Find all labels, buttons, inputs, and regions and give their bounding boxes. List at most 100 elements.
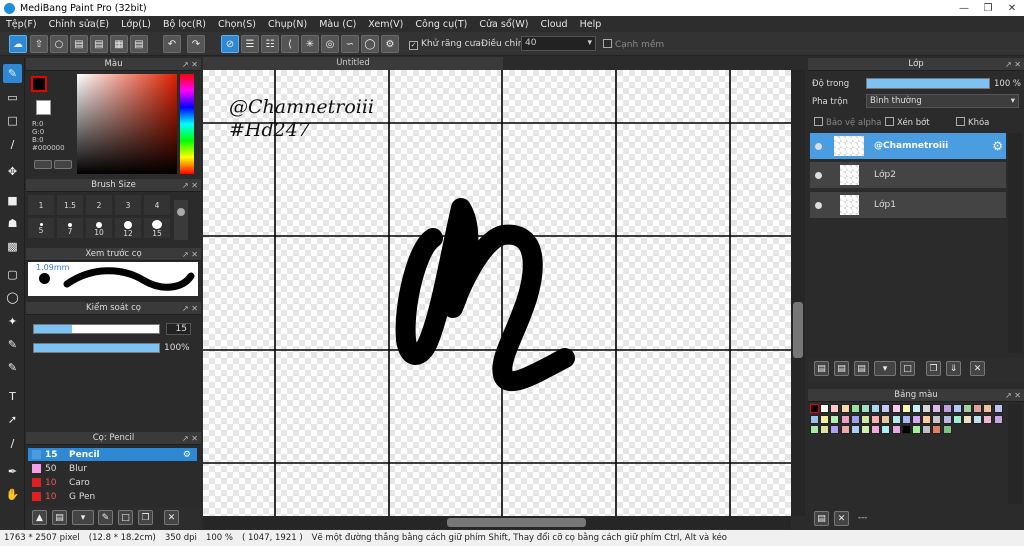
brush-item-caro[interactable]: 10 Caro — [28, 476, 197, 489]
new-8bit-layer-icon[interactable]: ▤ — [854, 361, 869, 376]
palette-color-swatch[interactable] — [820, 425, 830, 434]
palette-color-swatch[interactable] — [830, 414, 840, 424]
soft-edge-option[interactable]: Cạnh mềm — [603, 39, 664, 50]
vertical-scroll-thumb[interactable] — [793, 302, 803, 358]
move-tool-icon[interactable]: ✥ — [3, 162, 22, 181]
gear-icon[interactable]: ⚙ — [992, 139, 1003, 153]
palette-scrollbar[interactable] — [1008, 404, 1022, 504]
folder-icon[interactable]: □ — [118, 510, 133, 525]
comment-icon[interactable]: ○ — [50, 35, 68, 53]
palette-color-swatch[interactable] — [850, 414, 860, 424]
share-icon[interactable]: ⇧ — [30, 35, 48, 53]
redo-icon[interactable]: ↷ — [187, 35, 205, 53]
divide-tool-icon[interactable]: ∕ — [3, 434, 22, 453]
menu-cloud[interactable]: Cloud — [534, 19, 573, 30]
palette-color-swatch[interactable] — [810, 425, 819, 434]
brush-size-cell[interactable]: 1 — [27, 194, 55, 216]
palette-color-swatch[interactable] — [810, 404, 819, 413]
menu-select[interactable]: Chọn(S) — [212, 19, 262, 30]
duplicate-layer-icon[interactable]: ❐ — [926, 361, 941, 376]
palette-color-swatch[interactable] — [820, 404, 830, 413]
palette-color-swatch[interactable] — [932, 425, 942, 434]
menu-help[interactable]: Help — [574, 19, 608, 30]
brush-size-cell[interactable]: 2 — [85, 194, 113, 216]
eye-icon[interactable] — [815, 142, 822, 150]
palette-color-swatch[interactable] — [850, 404, 860, 413]
palette-color-swatch[interactable] — [901, 404, 911, 413]
palette-color-swatch[interactable] — [942, 404, 952, 413]
menu-tools[interactable]: Công cụ(T) — [409, 19, 473, 30]
palette-color-swatch[interactable] — [901, 414, 911, 424]
menu-file[interactable]: Tệp(F) — [0, 19, 43, 30]
operation-tool-icon[interactable]: ➚ — [3, 410, 22, 429]
palette-color-swatch[interactable] — [932, 404, 942, 413]
add-layer-menu-icon[interactable]: ▾ — [874, 361, 896, 376]
palette-color-swatch[interactable] — [820, 414, 830, 424]
antialias-checkbox[interactable]: ✓ — [409, 41, 418, 50]
palette-color-swatch[interactable] — [861, 404, 870, 413]
soft-edge-checkbox[interactable] — [603, 39, 612, 48]
brush-size-cell[interactable]: 15 — [143, 217, 171, 239]
panel-popout-close-icon[interactable]: ↗ ✕ — [182, 58, 198, 71]
background-color-swatch[interactable] — [36, 100, 51, 115]
download-brush-icon[interactable]: ▲ — [32, 510, 47, 525]
clipping-option[interactable]: Xén bớt — [885, 117, 930, 128]
antialias-option[interactable]: ✓ Khử răng cưa — [409, 39, 481, 50]
palette-color-swatch[interactable] — [973, 404, 983, 413]
select-pen-icon[interactable]: ✎ — [3, 335, 22, 354]
palette-color-swatch[interactable] — [861, 414, 870, 424]
menu-color[interactable]: Màu (C) — [313, 19, 362, 30]
protect-alpha-checkbox[interactable] — [814, 117, 823, 126]
layer-opacity-slider[interactable] — [866, 78, 990, 89]
panel-popout-close-icon[interactable]: ↗ ✕ — [182, 302, 198, 315]
palette-color-swatch[interactable] — [963, 404, 972, 413]
canvas-horizontal-scrollbar[interactable] — [203, 516, 791, 529]
brush-size-cell[interactable]: 1.5 — [56, 194, 84, 216]
rectangle-tool-icon[interactable]: ■ — [3, 191, 22, 210]
palette-color-swatch[interactable] — [983, 414, 993, 424]
grid-panel-icon[interactable]: ▦ — [110, 35, 128, 53]
foreground-color-swatch[interactable] — [31, 76, 47, 92]
duplicate-icon[interactable]: ❐ — [138, 510, 153, 525]
angle-snap-icon[interactable]: ⟨ — [281, 35, 299, 53]
palette-color-swatch[interactable] — [840, 404, 850, 413]
panel-popout-close-icon[interactable]: ↗ ✕ — [1005, 389, 1021, 402]
blend-mode-select[interactable]: Bình thường ▾ — [866, 94, 1019, 108]
brush-size-slider[interactable] — [33, 324, 160, 334]
brush-size-value-box[interactable]: 15 — [166, 323, 191, 335]
new-palette-color-icon[interactable]: ▤ — [814, 511, 829, 526]
hand-tool-icon[interactable]: ✋ — [3, 485, 22, 504]
lasso-tool-icon[interactable]: ◯ — [3, 288, 22, 307]
palette-color-swatch[interactable] — [861, 425, 870, 434]
palette-color-swatch[interactable] — [871, 425, 881, 434]
palette-color-swatch[interactable] — [810, 414, 819, 424]
palette-color-swatch[interactable] — [942, 414, 952, 424]
new-layer-icon[interactable]: ▤ — [814, 361, 829, 376]
cloud-icon[interactable]: ☁ — [9, 35, 27, 53]
palette-color-swatch[interactable] — [912, 404, 921, 413]
palette-color-swatch[interactable] — [840, 414, 850, 424]
new-brush-icon[interactable]: ▤ — [52, 510, 67, 525]
panel-popout-close-icon[interactable]: ↗ ✕ — [1005, 58, 1021, 71]
adjust-select[interactable]: 40 ▾ — [521, 36, 596, 51]
dot-tool-icon[interactable]: □ — [3, 111, 22, 130]
menu-layer[interactable]: Lớp(L) — [115, 19, 157, 30]
document-icon[interactable]: ▤ — [90, 35, 108, 53]
palette-color-swatch[interactable] — [952, 404, 962, 413]
panel-popout-close-icon[interactable]: ↗ ✕ — [182, 432, 198, 445]
brush-size-cell[interactable]: 7 — [56, 217, 84, 239]
layer-row-chamnetroiii[interactable]: @Chamnetroiii ⚙ — [810, 133, 1006, 160]
drawing-canvas[interactable]: @Chamnetroiii #Hd247 — [203, 70, 791, 516]
add-brush-menu-icon[interactable]: ▾ — [72, 510, 94, 525]
brush-item-blur[interactable]: 50 Blur — [28, 462, 197, 475]
snap-off-icon[interactable]: ⊘ — [221, 35, 239, 53]
gradient-tool-icon[interactable]: ▩ — [3, 237, 22, 256]
palette-color-swatch[interactable] — [830, 425, 840, 434]
concentric-snap-icon[interactable]: ◎ — [321, 35, 339, 53]
brush-opacity-slider[interactable] — [33, 343, 160, 353]
hue-slider[interactable] — [180, 74, 194, 174]
text-tool-icon[interactable]: T — [3, 387, 22, 406]
edit-brush-icon[interactable]: ✎ — [98, 510, 113, 525]
palette-color-swatch[interactable] — [850, 425, 860, 434]
palette-color-swatch[interactable] — [963, 414, 972, 424]
